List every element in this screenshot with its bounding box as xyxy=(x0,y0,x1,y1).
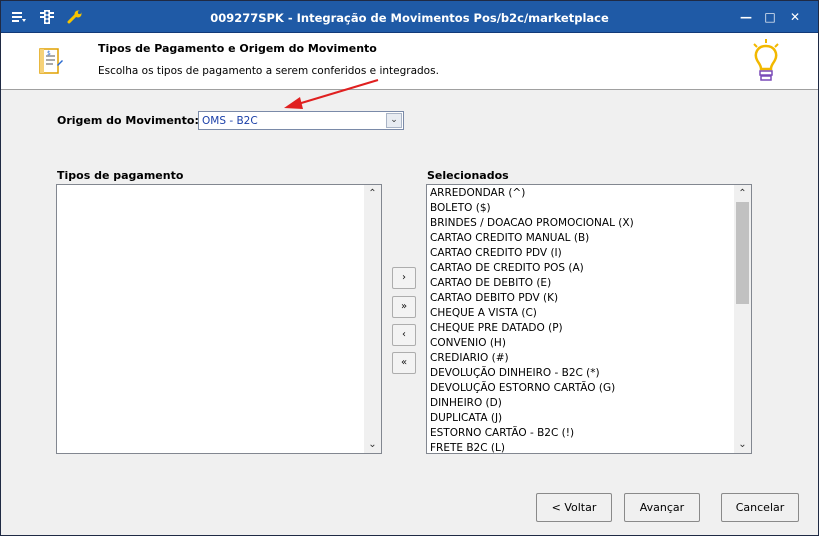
list-item[interactable]: CONVENIO (H) xyxy=(429,336,733,351)
list-item[interactable]: ESTORNO CARTÃO - B2C (!) xyxy=(429,426,733,441)
selecionados-scrollbar[interactable]: ⌃ ⌄ xyxy=(734,185,751,453)
remove-selected-button[interactable]: ‹ xyxy=(392,324,416,346)
selecionados-label: Selecionados xyxy=(427,169,509,182)
list-item[interactable]: CARTAO DEBITO PDV (K) xyxy=(429,291,733,306)
list-item[interactable]: BOLETO ($) xyxy=(429,201,733,216)
scroll-up-icon[interactable]: ⌃ xyxy=(364,186,381,201)
wizard-window: 009277SPK - Integração de Movimentos Pos… xyxy=(0,0,819,536)
list-item[interactable]: CARTAO DE CREDITO POS (A) xyxy=(429,261,733,276)
origem-select[interactable]: OMS - B2C ⌄ xyxy=(198,111,404,130)
header-title: Tipos de Pagamento e Origem do Movimento xyxy=(98,42,377,55)
tipos-label: Tipos de pagamento xyxy=(57,169,184,182)
maximize-button[interactable]: □ xyxy=(762,9,778,25)
minimize-button[interactable]: — xyxy=(738,9,754,25)
selecionados-items: ARREDONDAR (^) BOLETO ($) BRINDES / DOACAO… xyxy=(429,186,733,456)
scroll-down-icon[interactable]: ⌄ xyxy=(364,437,381,452)
next-button[interactable]: Avançar xyxy=(624,493,700,522)
add-all-button[interactable]: » xyxy=(392,296,416,318)
list-item[interactable]: DEVOLUÇÃO DINHEIRO - B2C (*) xyxy=(429,366,733,381)
list-item[interactable]: CHEQUE PRE DATADO (P) xyxy=(429,321,733,336)
list-item[interactable]: CARTAO CREDITO MANUAL (B) xyxy=(429,231,733,246)
list-item[interactable]: CREDIARIO (#) xyxy=(429,351,733,366)
window-title: 009277SPK - Integração de Movimentos Pos… xyxy=(210,11,609,25)
list-item[interactable]: ARREDONDAR (^) xyxy=(429,186,733,201)
list-item[interactable]: CARTAO CREDITO PDV (I) xyxy=(429,246,733,261)
list-item[interactable]: DINHEIRO (D) xyxy=(429,396,733,411)
list-item[interactable]: DUPLICATA (J) xyxy=(429,411,733,426)
selecionados-list[interactable]: ARREDONDAR (^) BOLETO ($) BRINDES / DOACAO… xyxy=(426,184,752,454)
origem-label: Origem do Movimento: xyxy=(57,114,199,127)
list-item[interactable]: CARTAO DE DEBITO (E) xyxy=(429,276,733,291)
payment-document-icon: $ xyxy=(37,47,65,77)
origem-selected-value: OMS - B2C xyxy=(202,115,258,127)
close-button[interactable]: ✕ xyxy=(787,9,803,25)
add-selected-button[interactable]: › xyxy=(392,267,416,289)
wizard-header: $ Tipos de Pagamento e Origem do Movimen… xyxy=(1,33,818,90)
cancel-button[interactable]: Cancelar xyxy=(721,493,799,522)
scroll-down-icon[interactable]: ⌄ xyxy=(734,437,751,452)
back-button[interactable]: < Voltar xyxy=(536,493,612,522)
svg-text:$: $ xyxy=(47,50,51,57)
tipos-scrollbar[interactable]: ⌃ ⌄ xyxy=(364,185,381,453)
header-subtitle: Escolha os tipos de pagamento a serem co… xyxy=(98,65,439,77)
list-item[interactable]: CHEQUE A VISTA (C) xyxy=(429,306,733,321)
tipos-list[interactable]: ⌃ ⌄ xyxy=(56,184,382,454)
title-bar: 009277SPK - Integração de Movimentos Pos… xyxy=(1,1,818,33)
lightbulb-icon xyxy=(749,38,783,86)
scrollbar-thumb[interactable] xyxy=(736,202,749,304)
list-item[interactable]: BRINDES / DOACAO PROMOCIONAL (X) xyxy=(429,216,733,231)
remove-all-button[interactable]: « xyxy=(392,352,416,374)
chevron-down-icon[interactable]: ⌄ xyxy=(386,113,402,128)
list-item[interactable]: FRETE B2C (L) xyxy=(429,441,733,456)
list-item[interactable]: DEVOLUÇÃO ESTORNO CARTÃO (G) xyxy=(429,381,733,396)
scroll-up-icon[interactable]: ⌃ xyxy=(734,186,751,201)
